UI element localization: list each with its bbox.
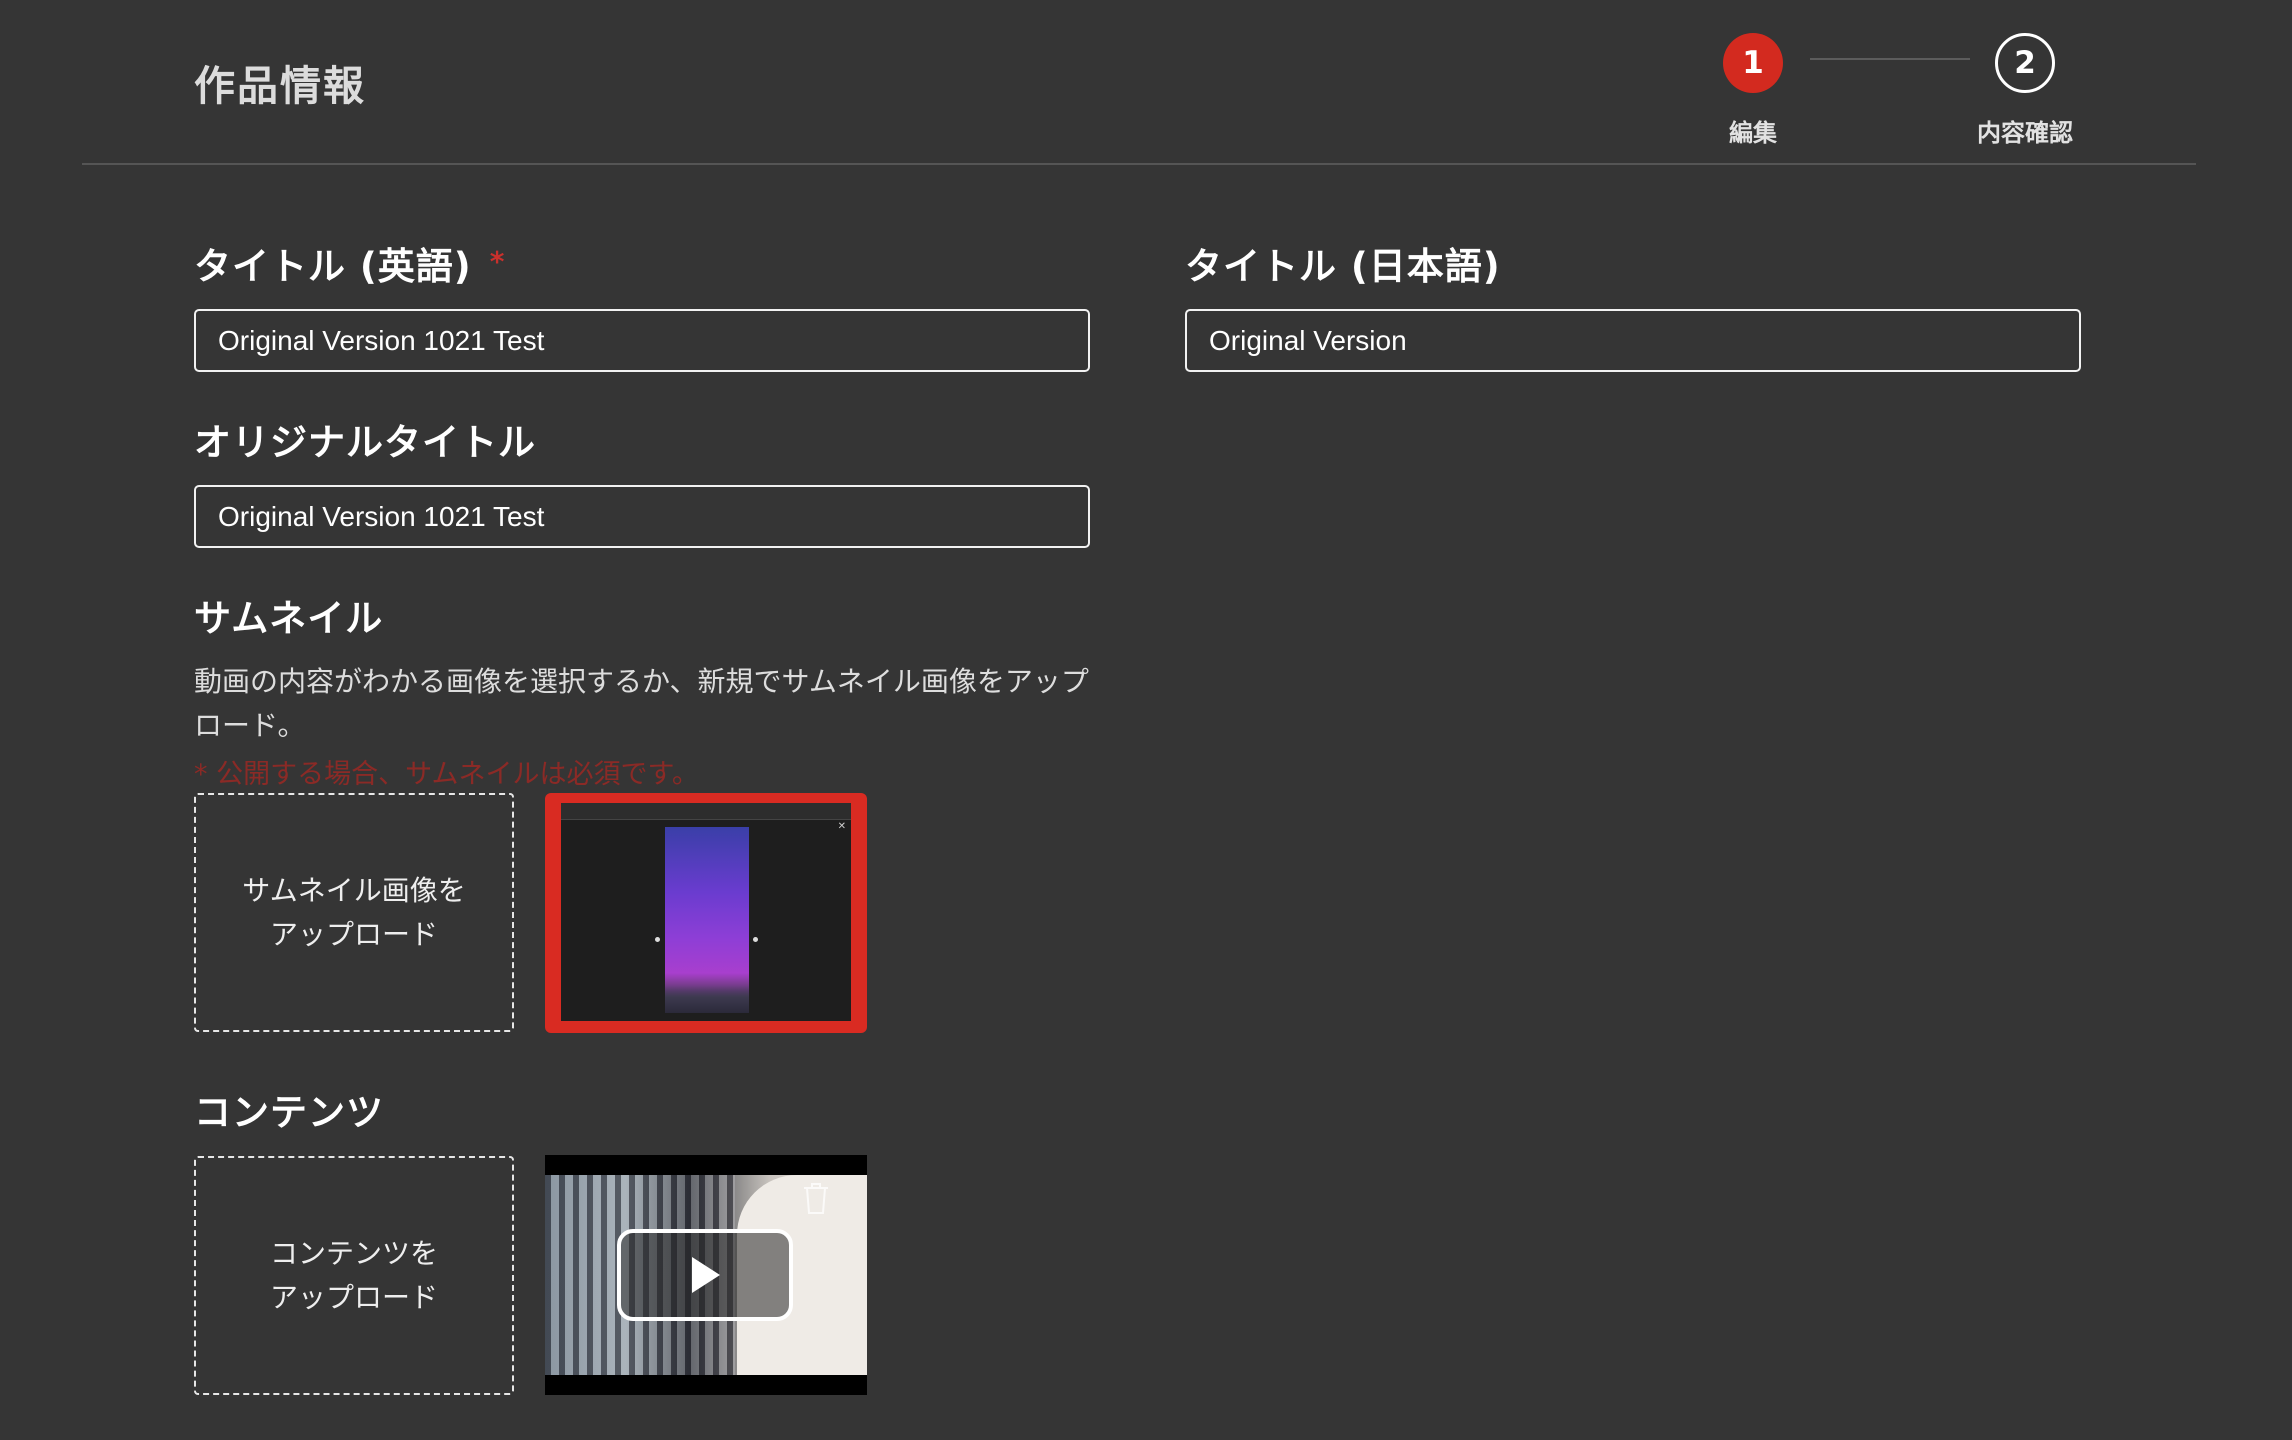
thumbnail-image: ✕ [561,803,851,1021]
contents-label: コンテンツ [194,1091,384,1134]
step-1-label: 編集 [1729,119,1777,147]
required-mark: * [489,245,506,278]
thumbnail-image-nav-dot [753,937,758,942]
step-2-indicator[interactable]: 2 [1995,33,2055,93]
step-connector [1810,58,1970,60]
thumbnail-upload-button[interactable]: サムネイル画像を アップロード [194,793,514,1032]
thumbnail-image-close-glyph: ✕ [837,821,846,832]
header-divider [82,163,2196,165]
page-title: 作品情報 [194,62,366,110]
page: 作品情報 1 2 編集 内容確認 タイトル (英語) * タイトル (日本語) オ… [0,0,2292,1440]
play-button[interactable] [617,1229,793,1321]
thumbnail-help-text: 動画の内容がわかる画像を選択するか、新規でサムネイル画像をアップロード。 [194,665,1089,742]
title-en-label: タイトル (英語) [194,245,472,288]
thumbnail-image-story [665,827,749,1013]
thumbnail-image-nav-dot [655,937,660,942]
thumbnail-required-note: * 公開する場合、サムネイルは必須です。 [194,759,699,790]
thumbnail-label: サムネイル [194,597,384,640]
thumbnail-image-browser-bar [561,803,851,820]
title-ja-label: タイトル (日本語) [1185,245,1501,288]
step-2-label: 内容確認 [1977,119,2073,147]
contents-upload-label-line2: アップロード [269,1280,438,1314]
step-1-indicator[interactable]: 1 [1723,33,1783,93]
original-title-label: オリジナルタイトル [194,421,536,464]
thumbnail-image-story-footer [665,973,749,1013]
trash-icon[interactable] [801,1181,831,1215]
thumbnail-upload-label-line2: アップロード [269,917,438,951]
content-video-preview[interactable] [545,1155,867,1395]
title-en-input[interactable] [194,309,1090,372]
original-title-input[interactable] [194,485,1090,548]
thumbnail-upload-label-line1: サムネイル画像を [242,873,466,907]
contents-upload-label-line1: コンテンツを [269,1236,438,1270]
play-icon [692,1257,720,1293]
contents-upload-button[interactable]: コンテンツを アップロード [194,1156,514,1395]
title-en-label-row: タイトル (英語) * [194,236,505,290]
title-ja-input[interactable] [1185,309,2081,372]
selected-thumbnail[interactable]: ✕ [545,793,867,1033]
